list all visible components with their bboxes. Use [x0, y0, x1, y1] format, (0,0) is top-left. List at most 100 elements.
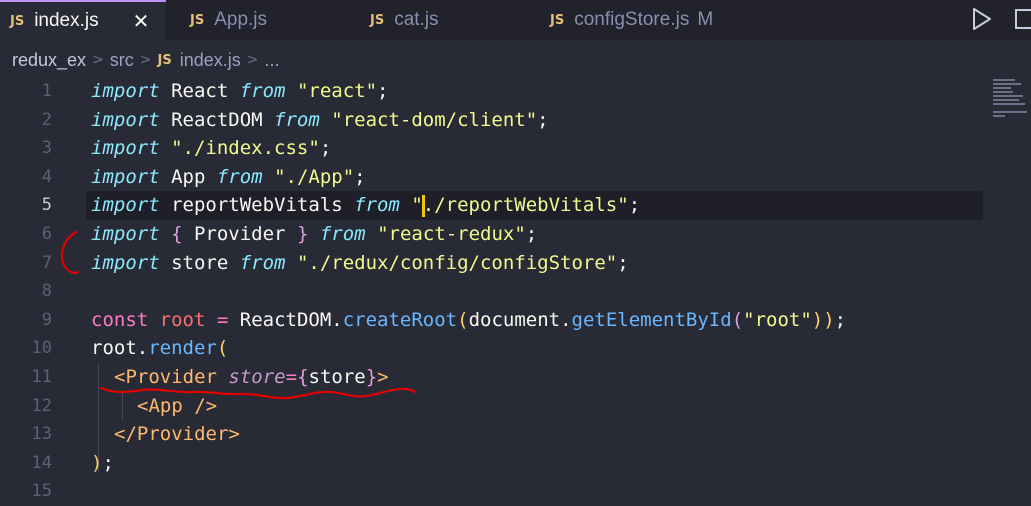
token: >: [377, 366, 389, 388]
tab-label: App.js: [214, 9, 268, 30]
token: reportWebVitals: [159, 194, 355, 217]
token: ReactDOM: [239, 308, 332, 331]
token: import: [91, 137, 160, 160]
token: =: [285, 366, 298, 388]
token: (: [731, 308, 744, 331]
token: ): [91, 451, 103, 474]
code-line[interactable]: 2 import ReactDOM from "react-dom/client…: [0, 106, 1031, 135]
line-number: 10: [31, 338, 52, 359]
token: Provider: [182, 223, 297, 245]
js-file-icon: JS: [190, 12, 205, 28]
token: "./App": [274, 165, 355, 188]
close-icon[interactable]: ✕: [133, 9, 150, 33]
token: render: [148, 337, 217, 360]
code-line[interactable]: 8: [0, 277, 1031, 306]
token: .: [136, 337, 149, 360]
line-number: 14: [31, 452, 52, 473]
code-line[interactable]: 15: [0, 477, 1031, 506]
tab-index-js[interactable]: JS index.js ✕: [0, 0, 166, 40]
token: from: [216, 165, 263, 188]
play-icon[interactable]: [968, 6, 994, 32]
code-editor[interactable]: 1 import React from "react"; 2 import Re…: [0, 77, 1031, 504]
breadcrumb-file-index-js[interactable]: index.js: [180, 50, 241, 71]
token: ReactDOM: [159, 108, 275, 131]
token: "./index.css": [171, 137, 320, 160]
code-line[interactable]: 13 </Provider>: [0, 420, 1031, 449]
token: store: [159, 251, 240, 274]
line-number: 12: [31, 395, 52, 416]
line-number: 4: [41, 166, 52, 187]
line-number: 8: [41, 281, 52, 302]
split-editor-icon[interactable]: [1014, 8, 1031, 30]
chevron-right-icon: >: [246, 52, 259, 68]
token: {: [297, 366, 309, 388]
js-file-icon: JS: [10, 13, 25, 29]
token: from: [239, 80, 286, 102]
breadcrumb-folder-src[interactable]: src: [110, 50, 134, 71]
code-line-current[interactable]: 5 import reportWebVitals from "./reportW…: [0, 191, 1031, 220]
line-number: 5: [41, 195, 52, 216]
modified-indicator: M: [697, 9, 714, 30]
code-line[interactable]: 7 import store from "./redux/config/conf…: [0, 249, 1031, 278]
code-line[interactable]: 4 import App from "./App";: [0, 163, 1031, 192]
token: createRoot: [342, 308, 458, 331]
token: ;: [354, 165, 366, 188]
breadcrumb: redux_ex > src > JS index.js > ...: [0, 44, 1031, 76]
token: .: [331, 308, 343, 331]
breadcrumb-symbol[interactable]: ...: [265, 50, 280, 71]
minimap[interactable]: [990, 77, 1030, 127]
code-line[interactable]: 10 root.render(: [0, 334, 1031, 363]
token: <App />: [137, 394, 218, 417]
code-line[interactable]: 9 const root = ReactDOM.createRoot(docum…: [0, 306, 1031, 335]
token: App: [159, 165, 217, 188]
js-file-icon: JS: [157, 52, 172, 68]
token: from: [319, 223, 366, 245]
js-file-icon: JS: [550, 12, 565, 28]
token: ;: [102, 451, 114, 474]
code-line[interactable]: 1 import React from "react";: [0, 77, 1031, 106]
token: import: [91, 108, 160, 131]
token: import: [91, 80, 160, 102]
token: ./reportWebVitals": [422, 194, 629, 217]
line-number: 9: [41, 309, 52, 330]
token: ;: [525, 223, 538, 245]
token: root: [159, 308, 206, 331]
code-line[interactable]: 12 <App />: [0, 392, 1031, 421]
tab-app-js[interactable]: JS App.js: [190, 0, 267, 40]
line-number: 7: [41, 252, 52, 273]
token: )): [811, 308, 835, 331]
tab-configstore-js[interactable]: JS configStore.js M: [550, 0, 713, 40]
token: <Provider: [114, 366, 217, 388]
token: from: [239, 251, 286, 274]
token: ;: [834, 308, 847, 331]
tab-cat-js[interactable]: JS cat.js: [370, 0, 439, 40]
token: from: [354, 194, 400, 217]
token: ;: [319, 137, 332, 160]
token: (: [457, 308, 469, 331]
code-line[interactable]: 6 import { Provider } from "react-redux"…: [0, 220, 1031, 249]
line-number: 15: [31, 481, 52, 502]
token: "react-redux": [377, 223, 526, 245]
token: store: [308, 366, 366, 388]
line-number: 3: [41, 138, 52, 159]
breadcrumb-folder-redux-ex[interactable]: redux_ex: [12, 50, 86, 71]
token: "react": [296, 80, 378, 102]
token: import: [91, 165, 160, 188]
code-line[interactable]: 11 <Provider store={store}>: [0, 363, 1031, 392]
code-line[interactable]: 3 import "./index.css";: [0, 134, 1031, 163]
token: document: [468, 308, 561, 331]
token: "react-dom/client": [331, 108, 538, 131]
code-line[interactable]: 14 );: [0, 449, 1031, 478]
token: ;: [377, 80, 389, 102]
token: .: [560, 308, 572, 331]
